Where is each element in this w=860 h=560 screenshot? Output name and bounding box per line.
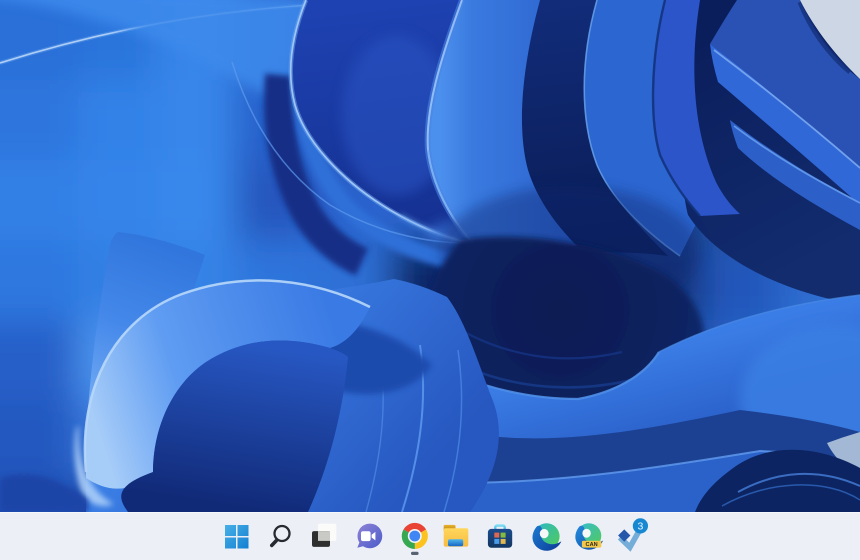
svg-text:3: 3 — [637, 521, 643, 533]
svg-text:CAN: CAN — [586, 542, 598, 548]
